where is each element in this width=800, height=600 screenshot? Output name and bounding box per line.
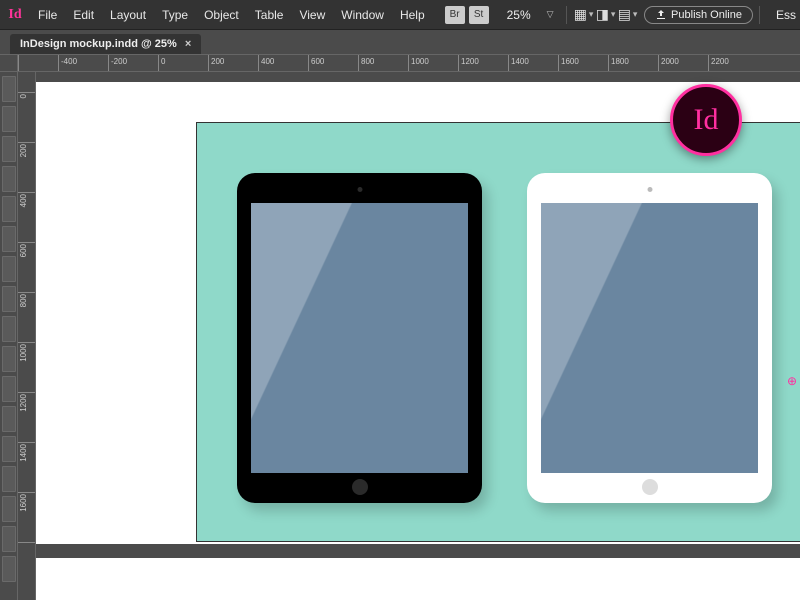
ruler-tick: -400: [58, 55, 59, 71]
ruler-tick: 600: [308, 55, 309, 71]
ruler-tick: 2000: [658, 55, 659, 71]
next-page-edge: [36, 558, 800, 600]
ruler-tick: 400: [18, 192, 35, 193]
document-tab-title: InDesign mockup.indd @ 25%: [20, 38, 177, 50]
camera-icon: [647, 187, 652, 192]
ruler-tick: 1600: [558, 55, 559, 71]
ruler-tick: 1000: [18, 342, 35, 343]
document-tab-strip: InDesign mockup.indd @ 25% ×: [0, 30, 800, 54]
page-gap: [36, 544, 800, 558]
zoom-level-dropdown[interactable]: 25% ▽: [501, 0, 560, 30]
tool-slot[interactable]: [2, 286, 16, 312]
ruler-tick: -200: [108, 55, 109, 71]
toolbar-divider: [566, 6, 567, 24]
home-button-icon: [642, 479, 658, 495]
ruler-tick: 1200: [458, 55, 459, 71]
close-icon[interactable]: ×: [185, 38, 191, 50]
zoom-level-label: 25%: [507, 8, 531, 22]
indesign-badge-icon: Id: [670, 84, 742, 156]
main-menu: File Edit Layout Type Object Table View …: [30, 0, 433, 30]
workspace-switcher[interactable]: Ess: [776, 8, 796, 22]
tool-slot[interactable]: [2, 256, 16, 282]
arrange-icon[interactable]: ▤▾: [617, 0, 639, 30]
menu-window[interactable]: Window: [333, 0, 392, 30]
tool-slot[interactable]: [2, 316, 16, 342]
toolbar-divider: [759, 6, 760, 24]
horizontal-ruler[interactable]: -400 -200 0 200 400 600 800 1000 1200 1400 1600 180…: [0, 54, 800, 72]
tool-slot[interactable]: [2, 196, 16, 222]
ruler-tick: 200: [208, 55, 209, 71]
tablet-screen: [541, 203, 758, 473]
document-tab[interactable]: InDesign mockup.indd @ 25% ×: [10, 34, 201, 54]
tool-slot[interactable]: [2, 556, 16, 582]
tool-slot[interactable]: [2, 406, 16, 432]
ruler-tick: 1200: [18, 392, 35, 393]
tool-slot[interactable]: [2, 466, 16, 492]
publish-online-label: Publish Online: [671, 9, 742, 21]
ruler-tick: 1600: [18, 492, 35, 493]
workspace: 0 200 400 600 800 1000 1200 1400 1600: [0, 72, 800, 600]
tablet-screen: [251, 203, 468, 473]
camera-icon: [357, 187, 362, 192]
ruler-tick: 2200: [708, 55, 709, 71]
ruler-tick: [18, 542, 35, 543]
bridge-icon[interactable]: Br: [445, 6, 465, 24]
pasteboard: [36, 82, 800, 600]
ruler-tick: 0: [18, 92, 35, 93]
tool-slot[interactable]: [2, 226, 16, 252]
ruler-tick: 0: [158, 55, 159, 71]
menu-table[interactable]: Table: [247, 0, 292, 30]
screen-mode-icon[interactable]: ◨▾: [595, 0, 617, 30]
ruler-tick: 800: [18, 292, 35, 293]
ruler-tick: 800: [358, 55, 359, 71]
menu-view[interactable]: View: [291, 0, 333, 30]
tool-slot[interactable]: [2, 106, 16, 132]
page-artboard[interactable]: [196, 122, 800, 542]
ruler-tick: 1800: [608, 55, 609, 71]
ruler-tick: 600: [18, 242, 35, 243]
publish-online-button[interactable]: Publish Online: [644, 6, 753, 24]
tool-slot[interactable]: [2, 346, 16, 372]
menu-help[interactable]: Help: [392, 0, 433, 30]
tool-slot[interactable]: [2, 496, 16, 522]
menu-object[interactable]: Object: [196, 0, 247, 30]
upload-icon: [655, 9, 667, 21]
view-options-icon[interactable]: ▦▾: [573, 0, 595, 30]
menu-layout[interactable]: Layout: [102, 0, 154, 30]
tool-slot[interactable]: [2, 376, 16, 402]
ruler-tick: 200: [18, 142, 35, 143]
home-button-icon: [352, 479, 368, 495]
ruler-tick: 1400: [508, 55, 509, 71]
top-menu-bar: Id File Edit Layout Type Object Table Vi…: [0, 0, 800, 30]
tool-slot[interactable]: [2, 166, 16, 192]
stock-icon[interactable]: St: [469, 6, 489, 24]
ruler-tick: 400: [258, 55, 259, 71]
menu-file[interactable]: File: [30, 0, 65, 30]
tool-slot[interactable]: [2, 136, 16, 162]
menu-type[interactable]: Type: [154, 0, 196, 30]
ruler-tick: 1000: [408, 55, 409, 71]
app-logo: Id: [0, 7, 30, 23]
ruler-tick: [18, 55, 19, 71]
tablet-mockup-white[interactable]: [527, 173, 772, 503]
ruler-tick: 1400: [18, 442, 35, 443]
tool-slot[interactable]: [2, 76, 16, 102]
tool-slot[interactable]: [2, 526, 16, 552]
overset-text-icon[interactable]: ⊕: [787, 374, 797, 384]
tablet-mockup-black[interactable]: [237, 173, 482, 503]
document-canvas[interactable]: [36, 72, 800, 600]
menu-edit[interactable]: Edit: [65, 0, 102, 30]
ruler-origin-box[interactable]: [0, 55, 18, 71]
chevron-down-icon: ▽: [547, 9, 554, 20]
vertical-ruler[interactable]: 0 200 400 600 800 1000 1200 1400 1600: [18, 72, 36, 600]
tools-panel: [0, 72, 18, 600]
tool-slot[interactable]: [2, 436, 16, 462]
